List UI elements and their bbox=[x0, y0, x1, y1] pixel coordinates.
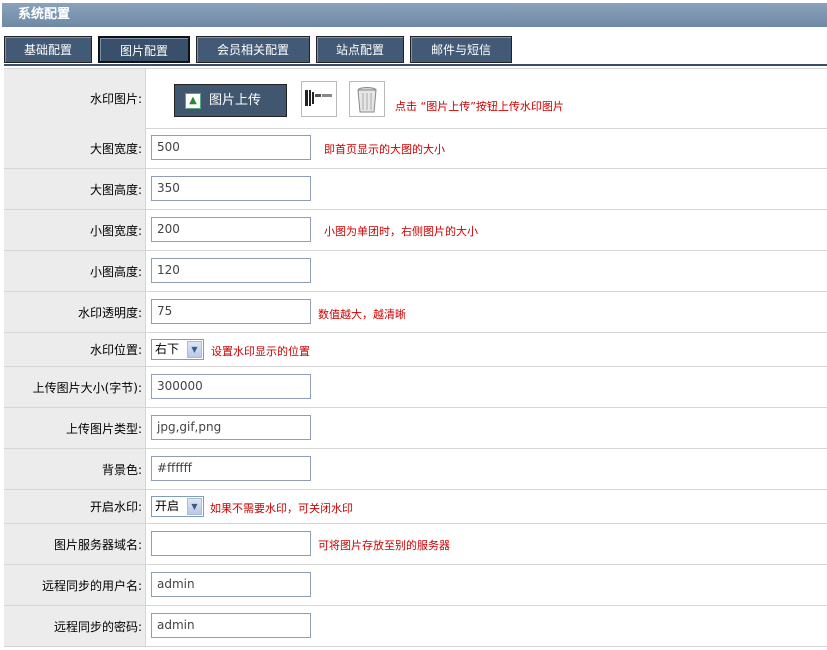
watermark-opacity-input[interactable]: 75 bbox=[151, 299, 311, 324]
tab-divider bbox=[4, 64, 827, 66]
row-big-width: 大图宽度: 500 即首页显示的大图的大小 bbox=[4, 128, 827, 169]
enable-watermark-value: 开启 bbox=[155, 499, 180, 513]
hint-image-server: 可将图片存放至别的服务器 bbox=[318, 539, 450, 552]
upload-arrow-icon: ▲ bbox=[185, 93, 201, 109]
hint-watermark-position: 设置水印显示的位置 bbox=[211, 345, 310, 358]
row-bg-color: 背景色: #ffffff bbox=[4, 449, 827, 490]
tab-mail-sms[interactable]: 邮件与短信 bbox=[410, 36, 512, 63]
label-big-width: 大图宽度: bbox=[4, 128, 146, 168]
upload-image-button[interactable]: ▲ 图片上传 bbox=[174, 84, 287, 117]
window-title: 系统配置 bbox=[2, 3, 827, 27]
row-big-height: 大图高度: 350 bbox=[4, 169, 827, 210]
bg-color-input[interactable]: #ffffff bbox=[151, 456, 311, 481]
row-watermark-opacity: 水印透明度: 75 数值越大，越清晰 bbox=[4, 292, 827, 333]
watermark-position-value: 右下 bbox=[155, 342, 180, 356]
row-small-height: 小图高度: 120 bbox=[4, 251, 827, 292]
upload-types-input[interactable]: jpg,gif,png bbox=[151, 415, 311, 440]
row-small-width: 小图宽度: 200 小图为单团时，右侧图片的大小 bbox=[4, 210, 827, 251]
trash-icon bbox=[357, 87, 377, 113]
image-server-input[interactable] bbox=[151, 531, 311, 556]
hint-small-width: 小图为单团时，右侧图片的大小 bbox=[324, 225, 478, 238]
sync-password-input[interactable]: admin bbox=[151, 613, 311, 638]
chevron-down-icon[interactable]: ▼ bbox=[187, 341, 202, 358]
label-small-height: 小图高度: bbox=[4, 251, 146, 291]
small-height-input[interactable]: 120 bbox=[151, 258, 311, 283]
label-watermark-position: 水印位置: bbox=[4, 333, 146, 366]
row-sync-password: 远程同步的密码: admin bbox=[4, 606, 827, 647]
label-sync-password: 远程同步的密码: bbox=[4, 606, 146, 646]
label-enable-watermark: 开启水印: bbox=[4, 490, 146, 523]
label-bg-color: 背景色: bbox=[4, 449, 146, 489]
tab-image[interactable]: 图片配置 bbox=[98, 36, 190, 63]
row-image-server: 图片服务器域名: 可将图片存放至别的服务器 bbox=[4, 524, 827, 565]
sync-username-input[interactable]: admin bbox=[151, 572, 311, 597]
big-height-input[interactable]: 350 bbox=[151, 176, 311, 201]
tab-basic[interactable]: 基础配置 bbox=[4, 36, 92, 63]
label-upload-size: 上传图片大小(字节): bbox=[4, 367, 146, 407]
row-watermark-image: 水印图片: ▲ 图片上传 点击 “图片上传”按钮上传水印图片 bbox=[4, 69, 827, 129]
small-width-input[interactable]: 200 bbox=[151, 217, 311, 242]
row-upload-size: 上传图片大小(字节): 300000 bbox=[4, 367, 827, 408]
label-upload-types: 上传图片类型: bbox=[4, 408, 146, 448]
settings-table: 水印图片: ▲ 图片上传 点击 “图片上传”按钮上传水印图片 大图宽度: 500 bbox=[4, 68, 827, 647]
upload-size-input[interactable]: 300000 bbox=[151, 374, 311, 399]
row-enable-watermark: 开启水印: 开启 ▼ 如果不需要水印，可关闭水印 bbox=[4, 490, 827, 524]
tab-member[interactable]: 会员相关配置 bbox=[196, 36, 310, 63]
label-watermark-image: 水印图片: bbox=[4, 69, 146, 128]
row-upload-types: 上传图片类型: jpg,gif,png bbox=[4, 408, 827, 449]
row-sync-username: 远程同步的用户名: admin bbox=[4, 565, 827, 606]
label-image-server: 图片服务器域名: bbox=[4, 524, 146, 564]
big-width-input[interactable]: 500 bbox=[151, 135, 311, 160]
chevron-down-icon[interactable]: ▼ bbox=[187, 498, 202, 515]
upload-image-button-label: 图片上传 bbox=[209, 93, 262, 108]
watermark-position-select[interactable]: 右下 ▼ bbox=[151, 339, 204, 360]
enable-watermark-select[interactable]: 开启 ▼ bbox=[151, 496, 204, 517]
row-watermark-position: 水印位置: 右下 ▼ 设置水印显示的位置 bbox=[4, 333, 827, 367]
hint-enable-watermark: 如果不需要水印，可关闭水印 bbox=[210, 502, 353, 515]
label-sync-username: 远程同步的用户名: bbox=[4, 565, 146, 605]
hint-watermark-image: 点击 “图片上传”按钮上传水印图片 bbox=[395, 100, 564, 113]
delete-image-button[interactable] bbox=[349, 81, 385, 117]
label-big-height: 大图高度: bbox=[4, 169, 146, 209]
watermark-preview-thumbnail bbox=[301, 81, 337, 117]
tab-site[interactable]: 站点配置 bbox=[316, 36, 404, 63]
hint-watermark-opacity: 数值越大，越清晰 bbox=[318, 308, 406, 321]
label-small-width: 小图宽度: bbox=[4, 210, 146, 250]
hint-big-width: 即首页显示的大图的大小 bbox=[324, 143, 445, 156]
label-watermark-opacity: 水印透明度: bbox=[4, 292, 146, 332]
watermark-preview-icon bbox=[305, 90, 332, 106]
